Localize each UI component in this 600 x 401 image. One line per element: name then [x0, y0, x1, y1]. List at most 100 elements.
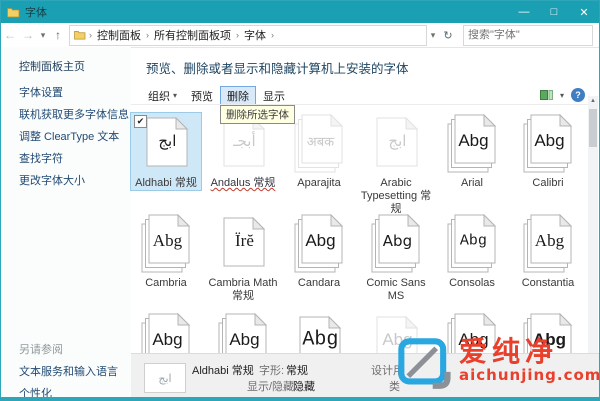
back-icon[interactable]: ← — [1, 28, 19, 42]
delete-button[interactable]: 删除 — [220, 85, 257, 106]
maximize-icon[interactable]: □ — [539, 1, 569, 23]
font-tile[interactable]: ابج Arabic Typesetting 常规 — [360, 112, 432, 216]
minimize-icon[interactable]: — — [509, 1, 539, 23]
sidebar-item-personalization[interactable]: 个性化 — [19, 385, 52, 397]
font-file-icon: Abg — [512, 213, 584, 276]
font-tile[interactable]: Abg Cambria — [130, 212, 202, 290]
font-file-icon: Ïrĕ — [207, 214, 279, 276]
command-toolbar: 组织 ▾ 预览 删除 显示 — [141, 85, 292, 106]
font-tile[interactable]: Abg Calibri — [512, 112, 584, 190]
font-file-icon: Abg — [436, 213, 508, 276]
sidebar-item-font-settings[interactable]: 字体设置 — [19, 84, 63, 100]
search-box[interactable] — [463, 24, 599, 46]
font-preview-glyph: Abg — [459, 232, 487, 250]
up-icon[interactable]: ↑ — [49, 28, 67, 42]
selected-font-name: Aldhabi 常规 — [192, 365, 254, 377]
font-file-icon: Abg — [283, 213, 355, 276]
tile-checkbox[interactable]: ✔ — [134, 115, 147, 128]
show-button[interactable]: 显示 — [256, 86, 292, 106]
toolbar-right: ▾ ? — [539, 88, 585, 102]
font-tile-label: Arial — [460, 177, 483, 189]
title-bar: 字体 — □ ✕ — [1, 1, 599, 23]
font-tile-label: Candara — [297, 277, 341, 289]
help-icon[interactable]: ? — [571, 88, 585, 102]
sidebar: 控制面板主页 字体设置 联机获取更多字体信息 调整 ClearType 文本 查… — [1, 47, 131, 397]
fonts-control-panel-window: 字体 — □ ✕ ← → ▾ ↑ › 控制面板 › 所有控制面板项 › 字体 ›… — [0, 0, 600, 401]
sidebar-item-text-services[interactable]: 文本服务和输入语言 — [19, 363, 118, 379]
show-hide-value: 隐藏 — [293, 381, 315, 393]
font-preview-glyph: Abg — [534, 231, 565, 250]
search-input[interactable] — [464, 29, 599, 41]
selected-font-thumbnail: ابج — [144, 363, 186, 393]
sidebar-item-control-panel-home[interactable]: 控制面板主页 — [19, 58, 85, 74]
preview-button[interactable]: 预览 — [184, 86, 220, 106]
font-preview-glyph: Abg — [229, 330, 260, 349]
aichunjing-logo — [397, 337, 451, 396]
scroll-up-icon[interactable]: ▲ — [588, 96, 598, 107]
font-tile-label: Consolas — [449, 277, 495, 289]
font-preview-glyph: Abg — [382, 232, 413, 250]
window-title: 字体 — [25, 7, 47, 19]
font-preview-glyph: Abg — [458, 131, 489, 150]
font-file-icon: ابج — [360, 114, 432, 176]
font-preview-glyph: Abg — [305, 231, 336, 250]
watermark-brand: 爱纯净 — [459, 335, 559, 368]
font-tile-label: Cambria Math 常规 — [208, 277, 278, 302]
breadcrumb-fonts[interactable]: 字体 — [240, 27, 270, 43]
breadcrumb-separator: › — [271, 30, 274, 40]
refresh-icon[interactable]: ↻ — [439, 29, 457, 42]
address-dropdown-icon[interactable]: ▾ — [427, 30, 439, 41]
sidebar-item-change-font-size[interactable]: 更改字体大小 — [19, 172, 85, 188]
recent-pages-icon[interactable]: ▾ — [37, 30, 49, 41]
sidebar-item-find-character[interactable]: 查找字符 — [19, 150, 63, 166]
font-style-value: 常规 — [286, 365, 308, 377]
font-tile[interactable]: Abg Constantia — [512, 212, 584, 290]
show-hide-label: 显示/隐藏: — [247, 381, 298, 393]
font-tile-label: Constantia — [521, 277, 575, 289]
font-tile[interactable]: Abg Consolas — [436, 212, 508, 290]
scrollbar-thumb[interactable] — [589, 109, 597, 147]
font-preview-glyph: Abg — [152, 330, 183, 349]
address-bar: ← → ▾ ↑ › 控制面板 › 所有控制面板项 › 字体 › ▾ ↻ — [1, 23, 599, 48]
organize-label: 组织 — [148, 90, 170, 103]
sidebar-see-also-header: 另请参阅 — [19, 344, 63, 356]
font-style-label: 字形: — [259, 365, 285, 377]
font-tile-label: Aparajita — [297, 177, 341, 189]
font-preview-glyph: Ïrĕ — [235, 231, 254, 250]
sidebar-item-adjust-cleartype[interactable]: 调整 ClearType 文本 — [19, 128, 119, 144]
font-preview-glyph: أبجـ — [233, 132, 256, 150]
folder-icon — [74, 30, 86, 40]
font-tile-label: Cambria — [145, 277, 187, 289]
chevron-down-icon[interactable]: ▾ — [560, 91, 564, 100]
font-tile[interactable]: Ïrĕ Cambria Math 常规 — [207, 212, 279, 303]
font-file-icon: Abg — [130, 213, 202, 276]
font-tile-label: Arabic Typesetting 常规 — [360, 177, 432, 215]
chevron-down-icon: ▾ — [173, 91, 178, 100]
watermark: 爱纯净 aichunjing.com — [397, 335, 599, 396]
toolbar-divider — [131, 104, 588, 105]
font-preview-glyph: ابج — [158, 132, 177, 150]
font-tile[interactable]: Abg Arial — [436, 112, 508, 190]
font-file-icon: Abg — [360, 213, 432, 276]
font-tile[interactable]: Abg Comic Sans MS — [360, 212, 432, 303]
close-icon[interactable]: ✕ — [569, 1, 599, 23]
font-preview-glyph: Abg — [534, 131, 565, 150]
change-view-icon[interactable] — [539, 89, 553, 101]
breadcrumb-control-panel[interactable]: 控制面板 — [93, 27, 145, 43]
sidebar-item-get-font-info-online[interactable]: 联机获取更多字体信息 — [19, 106, 129, 122]
page-title: 预览、删除或者显示和隐藏计算机上安装的字体 — [146, 62, 409, 76]
forward-icon[interactable]: → — [19, 28, 37, 42]
thumbnail-glyph: ابج — [158, 371, 172, 385]
font-preview-glyph: Abg — [302, 328, 339, 352]
vertical-scrollbar[interactable]: ▲ — [588, 96, 598, 353]
delete-tooltip: 删除所选字体 — [220, 105, 295, 124]
breadcrumb[interactable]: › 控制面板 › 所有控制面板项 › 字体 › — [69, 24, 427, 46]
font-preview-glyph: अबक — [306, 135, 335, 150]
font-file-icon: Abg — [512, 113, 584, 176]
organize-button[interactable]: 组织 ▾ — [141, 86, 184, 106]
font-preview-glyph: ابج — [388, 132, 407, 150]
font-tile[interactable]: ✔ ابج Aldhabi 常规 — [130, 112, 202, 191]
breadcrumb-all-items[interactable]: 所有控制面板项 — [150, 27, 235, 43]
font-tile-label: Andalus 常规 — [210, 177, 276, 189]
font-tile[interactable]: Abg Candara — [283, 212, 355, 290]
